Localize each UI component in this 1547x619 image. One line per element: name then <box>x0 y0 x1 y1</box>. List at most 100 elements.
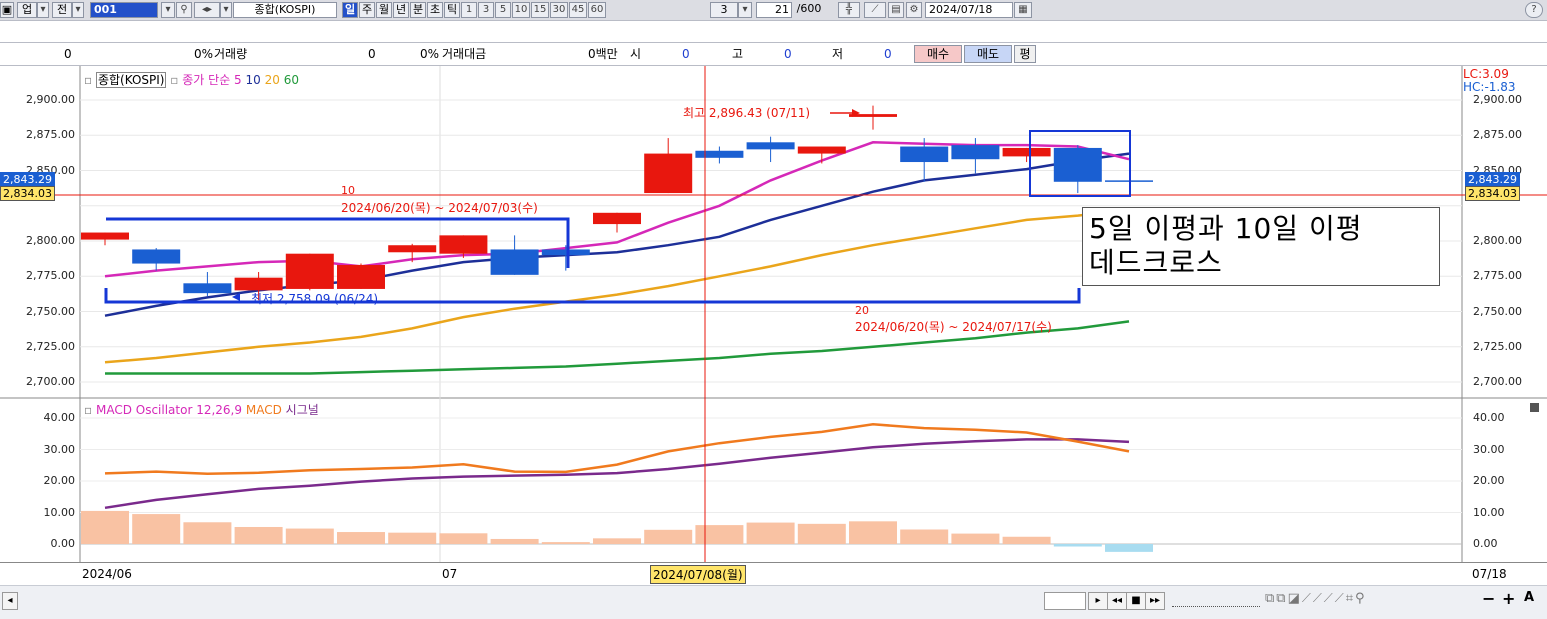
price-chart[interactable] <box>0 0 1547 619</box>
macd-histogram-bar <box>439 533 488 544</box>
macd-histogram-bar <box>951 533 1000 544</box>
candle-body <box>388 245 437 253</box>
minute-option-10[interactable]: 10 <box>512 2 530 18</box>
range20-dates: 2024/06/20(목) ~ 2024/07/17(수) <box>855 320 1052 334</box>
period-분[interactable]: 분 <box>410 2 426 18</box>
period-초[interactable]: 초 <box>427 2 443 18</box>
range20-label: 20 <box>855 304 869 317</box>
minute-option-15[interactable]: 15 <box>531 2 549 18</box>
axis-tick-label: 2,875.00 <box>1473 128 1522 142</box>
candle-body <box>644 153 693 194</box>
macd-histogram-bar <box>849 521 897 544</box>
code-input[interactable]: 001 <box>90 2 158 18</box>
navigation-bar: ◂ ▸ ◂◂ ■ ▸▸ ⧉⧉◪⟋⟋⟋⟋⌗⚲ − + A <box>0 585 1547 619</box>
cursor-date-tag: 2024/07/08(월) <box>650 565 746 584</box>
date-input[interactable]: 2024/07/18 <box>925 2 1013 18</box>
axis-tick-label: 0.00 <box>1473 537 1498 550</box>
market-tab[interactable]: 업 <box>17 2 37 18</box>
macd-legend-title: MACD Oscillator 12,26,9 <box>95 403 243 417</box>
settings-gear-icon[interactable]: ⚙ <box>906 2 922 18</box>
trend-tool-icon[interactable]: ⟋ <box>864 2 886 18</box>
note-box[interactable]: 5일 이평과 10일 이평 데드크로스 <box>1082 207 1440 286</box>
market-dropdown-icon[interactable]: ▾ <box>37 2 49 18</box>
minute-option-60[interactable]: 60 <box>588 2 606 18</box>
legend-ma10: 10 <box>245 73 261 87</box>
macd-histogram-bar <box>490 538 539 544</box>
text-tool-icon[interactable]: A <box>1524 590 1534 605</box>
play-icon[interactable]: ▸ <box>1088 592 1108 610</box>
range10-label: 10 <box>341 184 355 197</box>
crosshair-tool-icon[interactable]: ╬ <box>838 2 860 18</box>
calendar-icon[interactable]: ▦ <box>1014 2 1032 18</box>
macd-histogram-bar <box>593 538 641 544</box>
help-icon[interactable]: ? <box>1525 2 1543 18</box>
buy-button[interactable]: 매수 <box>914 45 962 63</box>
history-dropdown-icon[interactable]: ▾ <box>220 2 232 18</box>
prev-next-icon[interactable]: ◂▸ <box>194 2 220 18</box>
candle-body <box>439 235 488 254</box>
interval-field[interactable]: 3 <box>710 2 738 18</box>
candle-body <box>951 145 1000 160</box>
window-menu-icon[interactable]: ▣ <box>0 2 14 18</box>
scroll-left-icon[interactable]: ◂ <box>2 592 18 610</box>
drawing-tools-icon[interactable]: ⧉⧉◪⟋⟋⟋⟋⌗⚲ <box>1265 591 1367 606</box>
period-틱[interactable]: 틱 <box>444 2 460 18</box>
note-line-2: 데드크로스 <box>1089 246 1223 279</box>
rewind-icon[interactable]: ◂◂ <box>1107 592 1127 610</box>
macd-histogram-bar <box>81 510 129 544</box>
low-label: 저 <box>832 47 844 61</box>
eval-button[interactable]: 평 <box>1014 45 1036 63</box>
minute-option-5[interactable]: 5 <box>495 2 511 18</box>
minute-option-30[interactable]: 30 <box>550 2 568 18</box>
legend-ma5: 종가 단순 5 <box>182 73 242 87</box>
amount-value: 0백만 <box>588 47 618 61</box>
prev-dropdown-icon[interactable]: ▾ <box>72 2 84 18</box>
period-일[interactable]: 일 <box>342 2 358 18</box>
search-icon[interactable]: ⚲ <box>176 2 192 18</box>
code-dropdown-icon[interactable]: ▾ <box>161 2 175 18</box>
interval-dropdown-icon[interactable]: ▾ <box>738 2 752 18</box>
forward-icon[interactable]: ▸▸ <box>1145 592 1165 610</box>
hts-chart-window: ▣ 업 ▾ 전 ▾ 001 ▾ ⚲ ◂▸ ▾ 종합(KOSPI) 일주월년분초틱… <box>0 0 1547 619</box>
candle-body <box>541 249 590 256</box>
open-label: 시 <box>630 47 642 61</box>
open-value: 0 <box>682 47 690 61</box>
legend-ma60: 60 <box>283 73 300 87</box>
axis-tick-label: 30.00 <box>43 442 76 456</box>
volume-pct: 0% <box>420 47 440 61</box>
candle-body <box>183 283 232 294</box>
period-월[interactable]: 월 <box>376 2 392 18</box>
count-input[interactable]: 21 <box>756 2 792 18</box>
minute-option-45[interactable]: 45 <box>569 2 587 18</box>
zoom-in-icon[interactable]: + <box>1502 589 1515 608</box>
candle-body <box>132 249 181 264</box>
candle-body <box>1105 180 1153 182</box>
prev-button[interactable]: 전 <box>52 2 72 18</box>
signal-line <box>104 438 1130 510</box>
ma5-line <box>104 141 1130 278</box>
axis-tick-label: 30.00 <box>1473 442 1505 456</box>
price-tag-left: 2,834.03 <box>0 186 55 201</box>
axis-tick-label: 2,750.00 <box>1473 304 1522 318</box>
minute-option-1[interactable]: 1 <box>461 2 477 18</box>
macd-histogram-bar <box>234 526 283 544</box>
price-value: 0 <box>64 47 72 61</box>
chart-toolbar: ▣ 업 ▾ 전 ▾ 001 ▾ ⚲ ◂▸ ▾ 종합(KOSPI) 일주월년분초틱… <box>0 0 1547 21</box>
stop-icon[interactable]: ■ <box>1126 592 1146 610</box>
zoom-slider[interactable] <box>1172 594 1260 607</box>
candle-body <box>695 150 744 158</box>
minute-option-3[interactable]: 3 <box>478 2 494 18</box>
high-label: 고 <box>732 47 744 61</box>
candle-body <box>337 264 385 289</box>
period-년[interactable]: 년 <box>393 2 409 18</box>
candle-body <box>285 253 334 289</box>
sell-button[interactable]: 매도 <box>964 45 1012 63</box>
scroll-track[interactable] <box>1044 592 1086 610</box>
zoom-out-icon[interactable]: − <box>1482 589 1495 608</box>
axis-tick-label: 2,775.00 <box>1473 269 1522 283</box>
period-주[interactable]: 주 <box>359 2 375 18</box>
range10-dates: 2024/06/20(목) ~ 2024/07/03(수) <box>341 201 538 215</box>
save-icon[interactable]: ▤ <box>888 2 904 18</box>
axis-tick-label: 2,725.00 <box>1473 339 1522 353</box>
panel-close-icon[interactable] <box>1530 403 1539 412</box>
